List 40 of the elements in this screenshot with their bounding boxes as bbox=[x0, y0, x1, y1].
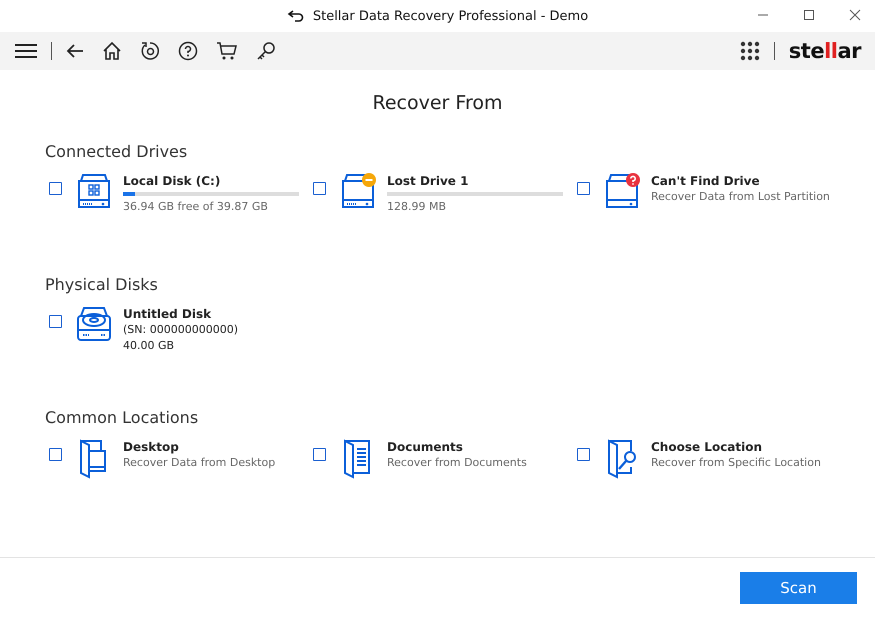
section-heading: Connected Drives bbox=[45, 142, 188, 161]
item-detail: Recover from Documents bbox=[387, 455, 528, 471]
item-name: Documents bbox=[387, 439, 464, 455]
item-name: Lost Drive 1 bbox=[387, 173, 470, 189]
item-detail: Recover Data from Lost Partition bbox=[651, 189, 831, 205]
checkbox[interactable] bbox=[313, 448, 326, 461]
checkbox[interactable] bbox=[313, 182, 326, 195]
item-detail: 36.94 GB free of 39.87 GB bbox=[123, 199, 269, 215]
item-name: Choose Location bbox=[651, 439, 764, 455]
section-heading: Physical Disks bbox=[45, 275, 159, 294]
scan-button[interactable]: Scan bbox=[740, 572, 857, 604]
item-name: Untitled Disk bbox=[123, 306, 212, 322]
section-heading: Common Locations bbox=[45, 408, 200, 427]
item-name: Desktop bbox=[123, 439, 180, 455]
checkbox[interactable] bbox=[49, 182, 62, 195]
item-detail: Recover from Specific Location bbox=[651, 455, 822, 471]
page-heading: Recover From bbox=[372, 92, 504, 114]
item-detail: 128.99 MB bbox=[387, 199, 448, 215]
window-title: Stellar Data Recovery Professional - Demo bbox=[312, 8, 588, 24]
close-icon[interactable] bbox=[849, 9, 861, 21]
recovery-icon[interactable] bbox=[140, 41, 160, 61]
checkbox[interactable] bbox=[577, 182, 590, 195]
cart-icon[interactable] bbox=[216, 41, 238, 61]
item-detail: (SN: 000000000000) bbox=[123, 322, 239, 338]
undo-icon bbox=[286, 9, 305, 23]
item-detail: Recover Data from Desktop bbox=[123, 455, 276, 471]
checkbox[interactable] bbox=[49, 315, 62, 328]
back-icon[interactable] bbox=[66, 43, 84, 59]
item-detail: 40.00 GB bbox=[123, 338, 176, 354]
stellar-logo: stellar bbox=[788, 39, 861, 63]
key-icon[interactable] bbox=[256, 41, 276, 61]
checkbox[interactable] bbox=[577, 448, 590, 461]
item-name: Can't Find Drive bbox=[651, 173, 761, 189]
maximize-icon[interactable] bbox=[803, 9, 815, 21]
menu-icon[interactable] bbox=[15, 43, 37, 59]
apps-grid-icon[interactable] bbox=[740, 41, 760, 61]
home-icon[interactable] bbox=[102, 41, 122, 61]
item-name: Local Disk (C:) bbox=[123, 173, 222, 189]
help-icon[interactable] bbox=[178, 41, 198, 61]
checkbox[interactable] bbox=[49, 448, 62, 461]
